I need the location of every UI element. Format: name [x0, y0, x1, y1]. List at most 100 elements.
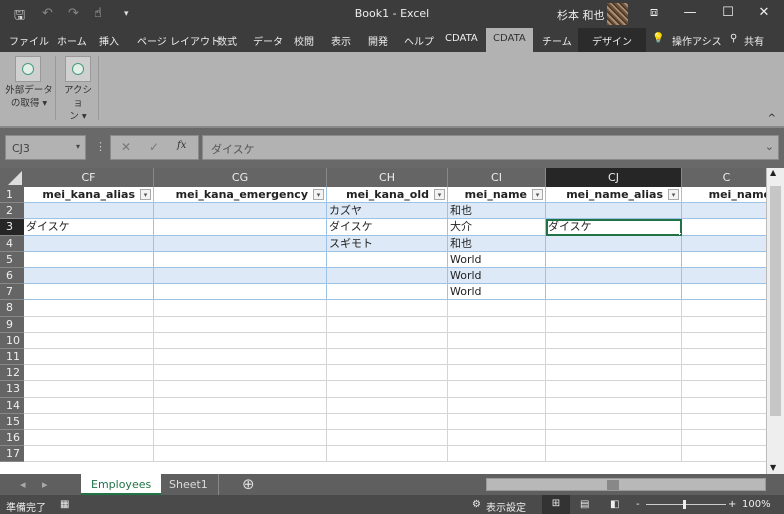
tab-review[interactable]: 校閲: [294, 33, 314, 48]
cell[interactable]: [546, 300, 682, 317]
cell[interactable]: [24, 316, 154, 333]
cell[interactable]: [546, 268, 682, 285]
tab-home[interactable]: ホーム: [57, 33, 87, 48]
filter-dropdown-icon[interactable]: ▾: [532, 189, 543, 200]
header-cell[interactable]: mei_kana_old ▾: [327, 187, 448, 204]
cell[interactable]: [327, 413, 448, 430]
cell[interactable]: [682, 381, 766, 398]
row-header[interactable]: 11: [0, 349, 24, 366]
cell[interactable]: [154, 430, 327, 447]
sheet-tab-sheet1[interactable]: Sheet1: [159, 474, 219, 495]
cell[interactable]: [448, 397, 546, 414]
normal-view-icon[interactable]: ⊞: [542, 495, 570, 514]
cell[interactable]: [448, 316, 546, 333]
row-header[interactable]: 14: [0, 397, 24, 414]
cell[interactable]: [327, 268, 448, 285]
cell[interactable]: [154, 268, 327, 285]
zoom-level[interactable]: 100%: [742, 499, 771, 510]
cell[interactable]: [327, 446, 448, 463]
spreadsheet-grid[interactable]: CF CG CH CI CJ C 1 mei_kana_alias ▾ mei_kana_emer…: [0, 168, 766, 474]
cell[interactable]: [682, 430, 766, 447]
cell[interactable]: [24, 349, 154, 366]
row-header[interactable]: 6: [0, 268, 24, 285]
cell[interactable]: [546, 365, 682, 382]
cell[interactable]: [682, 219, 766, 236]
collapse-ribbon-icon[interactable]: ^: [768, 113, 776, 124]
tab-page-layout[interactable]: ページ レイアウト: [137, 33, 220, 48]
cell[interactable]: 和也: [448, 203, 546, 220]
cell[interactable]: [327, 284, 448, 301]
cell[interactable]: [154, 251, 327, 268]
cell[interactable]: [24, 430, 154, 447]
cell[interactable]: [154, 235, 327, 252]
cell[interactable]: [448, 446, 546, 463]
filter-dropdown-icon[interactable]: ▾: [434, 189, 445, 200]
cell[interactable]: [327, 397, 448, 414]
cell[interactable]: [24, 284, 154, 301]
cell[interactable]: [546, 251, 682, 268]
zoom-in-button[interactable]: +: [728, 499, 736, 510]
macro-record-icon[interactable]: ▦: [60, 499, 69, 510]
cell[interactable]: [24, 413, 154, 430]
cell[interactable]: World: [448, 251, 546, 268]
name-box[interactable]: CJ3 ▾: [5, 135, 86, 160]
cell[interactable]: [546, 349, 682, 366]
cell[interactable]: [24, 235, 154, 252]
cell[interactable]: [448, 332, 546, 349]
cell[interactable]: [154, 446, 327, 463]
cell[interactable]: [24, 251, 154, 268]
header-cell[interactable]: mei_kana_emergency ▾: [154, 187, 327, 204]
minimize-button[interactable]: —: [678, 5, 702, 20]
cell[interactable]: [682, 235, 766, 252]
scroll-thumb[interactable]: [770, 186, 781, 416]
cell[interactable]: [546, 316, 682, 333]
tab-design[interactable]: デザイン: [578, 28, 646, 52]
cell[interactable]: [154, 316, 327, 333]
scroll-thumb[interactable]: [607, 480, 619, 490]
vertical-scrollbar[interactable]: ▲ ▼: [766, 168, 784, 474]
cell[interactable]: ダイスケ: [24, 219, 154, 236]
cell[interactable]: [327, 316, 448, 333]
cell[interactable]: [154, 349, 327, 366]
next-sheet-icon[interactable]: ▸: [42, 478, 48, 491]
sheet-tab-employees[interactable]: Employees: [81, 474, 162, 495]
tab-help[interactable]: ヘルプ: [404, 33, 434, 48]
cancel-icon[interactable]: ✕: [121, 140, 131, 154]
cell[interactable]: [24, 397, 154, 414]
cell[interactable]: [546, 430, 682, 447]
avatar[interactable]: [607, 3, 628, 25]
column-header[interactable]: CI: [448, 168, 546, 187]
prev-sheet-icon[interactable]: ◂: [20, 478, 26, 491]
enter-icon[interactable]: ✓: [149, 140, 159, 154]
cell[interactable]: カズヤ: [327, 203, 448, 220]
expand-formula-icon[interactable]: ⌄: [765, 140, 774, 153]
cell[interactable]: [154, 219, 327, 236]
add-sheet-icon[interactable]: ⊕: [242, 475, 255, 493]
scroll-down-icon[interactable]: ▼: [770, 463, 776, 472]
fill-handle[interactable]: [679, 232, 681, 235]
cell[interactable]: 大介: [448, 219, 546, 236]
tab-data[interactable]: データ: [253, 33, 283, 48]
cell[interactable]: [546, 203, 682, 220]
cell[interactable]: [448, 349, 546, 366]
tab-cdata-2[interactable]: CDATA: [486, 28, 533, 52]
cell[interactable]: [327, 430, 448, 447]
cell[interactable]: [327, 332, 448, 349]
page-break-view-icon[interactable]: ◧: [610, 499, 619, 510]
cell[interactable]: [154, 413, 327, 430]
cell[interactable]: [24, 203, 154, 220]
cell[interactable]: [154, 203, 327, 220]
row-header[interactable]: 16: [0, 430, 24, 447]
filter-dropdown-icon[interactable]: ▾: [140, 189, 151, 200]
cell[interactable]: [154, 365, 327, 382]
cell[interactable]: [154, 332, 327, 349]
tab-team[interactable]: チーム: [542, 33, 572, 48]
cell[interactable]: [448, 430, 546, 447]
filter-dropdown-icon[interactable]: ▾: [313, 189, 324, 200]
cell[interactable]: [546, 413, 682, 430]
header-cell[interactable]: mei_kana_alias ▾: [24, 187, 154, 204]
cell[interactable]: [682, 398, 766, 414]
cell[interactable]: [546, 235, 682, 252]
column-header[interactable]: CF: [24, 168, 154, 187]
tab-formulas[interactable]: 数式: [217, 33, 237, 48]
